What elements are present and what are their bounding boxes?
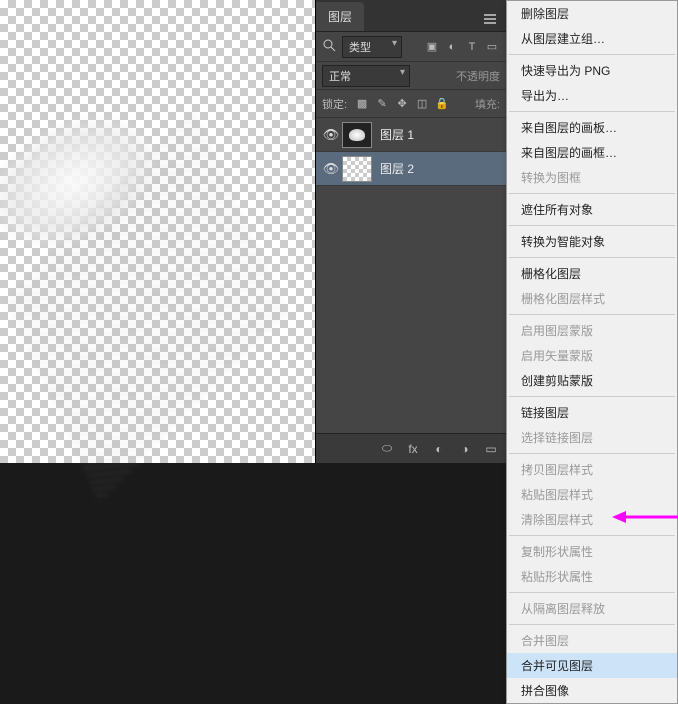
fx-icon[interactable]: fx: [404, 440, 422, 458]
menu-separator: [509, 111, 675, 112]
layer-thumbnail[interactable]: [342, 156, 372, 182]
lock-all-icon[interactable]: 🔒: [435, 97, 449, 111]
layer-name[interactable]: 图层 1: [380, 126, 414, 143]
menu-item: 合并图层: [507, 628, 677, 653]
menu-item: 粘贴形状属性: [507, 564, 677, 589]
blend-mode-dropdown[interactable]: 正常: [322, 65, 410, 87]
menu-separator: [509, 592, 675, 593]
panel-tabs: 图层: [316, 0, 506, 32]
menu-separator: [509, 257, 675, 258]
lock-position-icon[interactable]: ✥: [395, 97, 409, 111]
menu-item: 复制形状属性: [507, 539, 677, 564]
menu-separator: [509, 535, 675, 536]
layer-list: 👁 图层 1 👁 图层 2: [316, 118, 506, 186]
menu-item: 拷贝图层样式: [507, 457, 677, 482]
filter-type-dropdown[interactable]: 类型: [342, 36, 402, 58]
folder-icon[interactable]: ▭: [482, 440, 500, 458]
visibility-icon[interactable]: 👁: [320, 161, 342, 177]
filter-pixel-icon[interactable]: ▣: [424, 39, 440, 55]
menu-separator: [509, 314, 675, 315]
menu-item: 启用矢量蒙版: [507, 343, 677, 368]
visibility-icon[interactable]: 👁: [320, 127, 342, 143]
menu-item[interactable]: 导出为…: [507, 83, 677, 108]
menu-item[interactable]: 转换为智能对象: [507, 229, 677, 254]
menu-item[interactable]: 拼合图像: [507, 678, 677, 703]
filter-type-icon[interactable]: T: [464, 39, 480, 55]
layer-context-menu: 删除图层从图层建立组… 快速导出为 PNG导出为… 来自图层的画板…来自图层的画框……: [506, 0, 678, 704]
menu-item[interactable]: 来自图层的画板…: [507, 115, 677, 140]
menu-item[interactable]: 从图层建立组…: [507, 26, 677, 51]
blend-row: 正常 不透明度: [316, 62, 506, 90]
filter-shape-icon[interactable]: ▭: [484, 39, 500, 55]
menu-item[interactable]: 快速导出为 PNG: [507, 58, 677, 83]
menu-separator: [509, 193, 675, 194]
layer-row[interactable]: 👁 图层 2: [316, 152, 506, 186]
tab-layers[interactable]: 图层: [316, 2, 364, 31]
layer-row[interactable]: 👁 图层 1: [316, 118, 506, 152]
menu-item: 栅格化图层样式: [507, 286, 677, 311]
fill-label: 填充:: [475, 96, 500, 112]
menu-separator: [509, 624, 675, 625]
menu-item[interactable]: 创建剪贴蒙版: [507, 368, 677, 393]
layer-filter-row: 类型 ▣ ◐ T ▭: [316, 32, 506, 62]
menu-item: 启用图层蒙版: [507, 318, 677, 343]
lock-artboard-icon[interactable]: ◫: [415, 97, 429, 111]
layers-panel: 图层 类型 ▣ ◐ T ▭ 正常 不透明度 锁定: ▩ ✎ ✥ ◫ 🔒 填充:: [316, 0, 506, 463]
menu-item[interactable]: 删除图层: [507, 1, 677, 26]
menu-item: 从隔离图层释放: [507, 596, 677, 621]
feather-artwork: [0, 36, 295, 444]
adjustment-icon[interactable]: ◑: [456, 440, 474, 458]
lock-transparent-icon[interactable]: ▩: [355, 97, 369, 111]
panel-menu-icon[interactable]: [478, 7, 502, 31]
mask-icon[interactable]: ◐: [430, 440, 448, 458]
menu-item: 选择链接图层: [507, 425, 677, 450]
menu-separator: [509, 453, 675, 454]
filter-adjust-icon[interactable]: ◐: [444, 39, 460, 55]
menu-item[interactable]: 遮住所有对象: [507, 197, 677, 222]
menu-separator: [509, 54, 675, 55]
menu-separator: [509, 396, 675, 397]
panel-footer: ⬭ fx ◐ ◑ ▭: [316, 433, 506, 463]
layer-name[interactable]: 图层 2: [380, 160, 414, 177]
layer-thumbnail[interactable]: [342, 122, 372, 148]
canvas[interactable]: [0, 0, 316, 463]
lock-row: 锁定: ▩ ✎ ✥ ◫ 🔒 填充:: [316, 90, 506, 118]
lock-label: 锁定:: [322, 96, 347, 112]
menu-item[interactable]: 栅格化图层: [507, 261, 677, 286]
menu-separator: [509, 225, 675, 226]
menu-item[interactable]: 来自图层的画框…: [507, 140, 677, 165]
menu-item: 粘贴图层样式: [507, 482, 677, 507]
lock-brush-icon[interactable]: ✎: [375, 97, 389, 111]
menu-item[interactable]: 合并可见图层: [507, 653, 677, 678]
link-icon[interactable]: ⬭: [378, 440, 396, 458]
opacity-label: 不透明度: [456, 68, 500, 84]
annotation-arrow: [612, 509, 678, 525]
menu-item[interactable]: 链接图层: [507, 400, 677, 425]
search-icon: [322, 38, 336, 55]
menu-item: 转换为图框: [507, 165, 677, 190]
